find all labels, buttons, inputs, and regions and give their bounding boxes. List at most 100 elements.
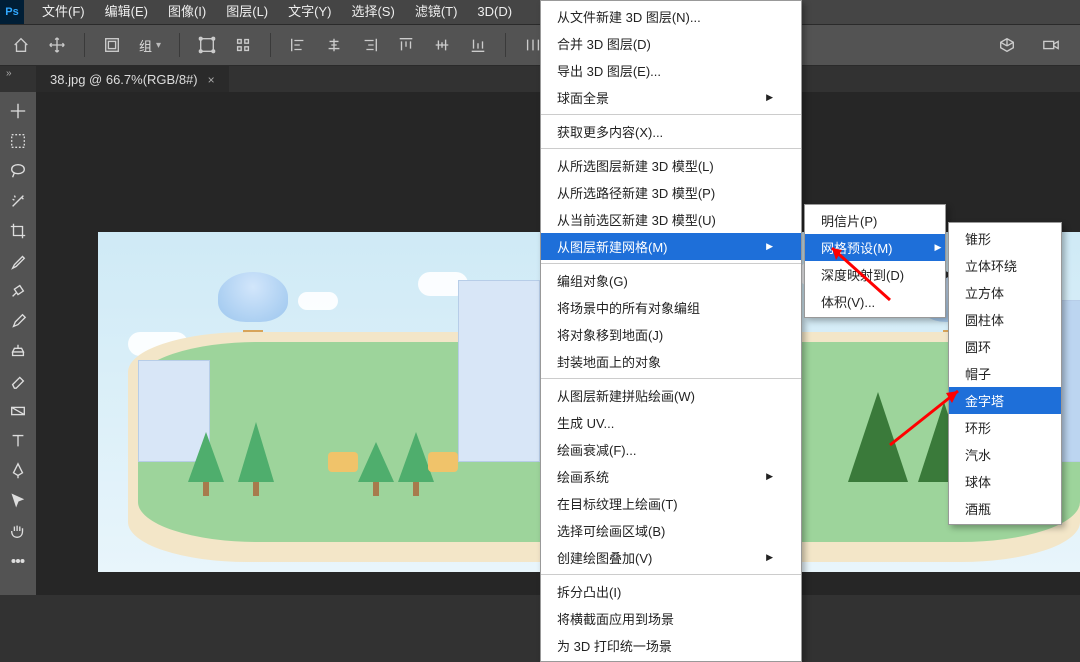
preset-submenu-item-label: 环形 bbox=[965, 418, 991, 437]
pen-tool[interactable] bbox=[4, 458, 32, 484]
menu-select[interactable]: 选择(S) bbox=[341, 0, 404, 24]
3d-menu-item-27[interactable]: 为 3D 打印统一场景 bbox=[541, 632, 801, 659]
marquee-tool[interactable] bbox=[4, 128, 32, 154]
3d-menu-item-23[interactable]: 创建绘图叠加(V) bbox=[541, 544, 801, 571]
type-tool[interactable] bbox=[4, 428, 32, 454]
3d-menu: 从文件新建 3D 图层(N)...合并 3D 图层(D)导出 3D 图层(E).… bbox=[540, 0, 802, 662]
separator bbox=[270, 33, 271, 57]
mesh-submenu-item-label: 网格预设(M) bbox=[821, 238, 893, 257]
separator bbox=[505, 33, 506, 57]
preset-submenu-item-3[interactable]: 圆柱体 bbox=[949, 306, 1061, 333]
path-selection-tool[interactable] bbox=[4, 488, 32, 514]
align-center-h-icon[interactable] bbox=[325, 36, 343, 54]
hand-tool[interactable] bbox=[4, 518, 32, 544]
3d-menu-item-22[interactable]: 选择可绘画区域(B) bbox=[541, 517, 801, 544]
3d-menu-item-label: 拆分凸出(I) bbox=[557, 582, 621, 601]
3d-menu-item-12[interactable]: 编组对象(G) bbox=[541, 267, 801, 294]
3d-mode-icon[interactable] bbox=[998, 36, 1016, 54]
3d-menu-item-label: 为 3D 打印统一场景 bbox=[557, 636, 672, 655]
preset-submenu-item-8[interactable]: 汽水 bbox=[949, 441, 1061, 468]
3d-menu-item-10[interactable]: 从图层新建网格(M) bbox=[541, 233, 801, 260]
3d-menu-item-5[interactable]: 获取更多内容(X)... bbox=[541, 118, 801, 145]
mesh-submenu-item-3[interactable]: 体积(V)... bbox=[805, 288, 945, 315]
chevron-double-icon[interactable]: » bbox=[6, 68, 12, 79]
menu-edit[interactable]: 编辑(E) bbox=[95, 0, 158, 24]
close-tab-button[interactable]: × bbox=[208, 66, 215, 94]
3d-menu-item-3[interactable]: 球面全景 bbox=[541, 84, 801, 111]
brush-tool[interactable] bbox=[4, 308, 32, 334]
preset-submenu-item-6[interactable]: 金字塔 bbox=[949, 387, 1061, 414]
move-tool[interactable] bbox=[4, 98, 32, 124]
align-right-icon[interactable] bbox=[361, 36, 379, 54]
move-icon[interactable] bbox=[48, 36, 66, 54]
preset-submenu-item-label: 圆柱体 bbox=[965, 310, 1004, 329]
preset-submenu-item-2[interactable]: 立方体 bbox=[949, 279, 1061, 306]
mesh-submenu-item-2[interactable]: 深度映射到(D) bbox=[805, 261, 945, 288]
eyedropper-tool[interactable] bbox=[4, 248, 32, 274]
preset-submenu-item-9[interactable]: 球体 bbox=[949, 468, 1061, 495]
align-icon[interactable] bbox=[234, 36, 252, 54]
3d-menu-item-25[interactable]: 拆分凸出(I) bbox=[541, 578, 801, 605]
more-tools[interactable] bbox=[4, 548, 32, 574]
3d-menu-item-1[interactable]: 合并 3D 图层(D) bbox=[541, 30, 801, 57]
preset-submenu-item-1[interactable]: 立体环绕 bbox=[949, 252, 1061, 279]
align-bottom-icon[interactable] bbox=[469, 36, 487, 54]
3d-menu-item-7[interactable]: 从所选图层新建 3D 模型(L) bbox=[541, 152, 801, 179]
3d-menu-item-14[interactable]: 将对象移到地面(J) bbox=[541, 321, 801, 348]
menu-filter[interactable]: 滤镜(T) bbox=[405, 0, 468, 24]
3d-menu-item-2[interactable]: 导出 3D 图层(E)... bbox=[541, 57, 801, 84]
crop-tool[interactable] bbox=[4, 218, 32, 244]
menu-type[interactable]: 文字(Y) bbox=[278, 0, 341, 24]
menu-file[interactable]: 文件(F) bbox=[32, 0, 95, 24]
3d-menu-item-9[interactable]: 从当前选区新建 3D 模型(U) bbox=[541, 206, 801, 233]
3d-menu-item-21[interactable]: 在目标纹理上绘画(T) bbox=[541, 490, 801, 517]
mesh-submenu-item-1[interactable]: 网格预设(M) bbox=[805, 234, 945, 261]
eraser-tool[interactable] bbox=[4, 368, 32, 394]
preset-submenu-item-7[interactable]: 环形 bbox=[949, 414, 1061, 441]
3d-menu-item-0[interactable]: 从文件新建 3D 图层(N)... bbox=[541, 3, 801, 30]
document-tab[interactable]: 38.jpg @ 66.7%(RGB/8#) × bbox=[36, 66, 229, 94]
new-mesh-submenu: 明信片(P) 网格预设(M) 深度映射到(D) 体积(V)... bbox=[804, 204, 946, 318]
transform-controls-icon[interactable] bbox=[198, 36, 216, 54]
3d-menu-item-13[interactable]: 将场景中的所有对象编组 bbox=[541, 294, 801, 321]
clone-stamp-tool[interactable] bbox=[4, 338, 32, 364]
3d-menu-item-18[interactable]: 生成 UV... bbox=[541, 409, 801, 436]
menu-layer[interactable]: 图层(L) bbox=[216, 0, 278, 24]
separator bbox=[179, 33, 180, 57]
gradient-tool[interactable] bbox=[4, 398, 32, 424]
mesh-submenu-item-0[interactable]: 明信片(P) bbox=[805, 207, 945, 234]
auto-select-icon[interactable] bbox=[103, 36, 121, 54]
preset-submenu-item-10[interactable]: 酒瓶 bbox=[949, 495, 1061, 522]
3d-menu-item-19[interactable]: 绘画衰减(F)... bbox=[541, 436, 801, 463]
preset-submenu-item-0[interactable]: 锥形 bbox=[949, 225, 1061, 252]
autoselect-label: 组 bbox=[139, 36, 152, 55]
preset-submenu-item-5[interactable]: 帽子 bbox=[949, 360, 1061, 387]
3d-menu-item-label: 编组对象(G) bbox=[557, 271, 628, 290]
3d-menu-item-17[interactable]: 从图层新建拼贴绘画(W) bbox=[541, 382, 801, 409]
magic-wand-tool[interactable] bbox=[4, 188, 32, 214]
autoselect-dropdown[interactable]: 组 bbox=[139, 36, 161, 55]
menu-3d[interactable]: 3D(D) bbox=[467, 0, 522, 24]
3d-menu-item-15[interactable]: 封装地面上的对象 bbox=[541, 348, 801, 375]
3d-menu-item-8[interactable]: 从所选路径新建 3D 模型(P) bbox=[541, 179, 801, 206]
align-middle-v-icon[interactable] bbox=[433, 36, 451, 54]
3d-menu-item-label: 从图层新建拼贴绘画(W) bbox=[557, 386, 695, 405]
menu-image[interactable]: 图像(I) bbox=[158, 0, 216, 24]
tools-panel bbox=[0, 92, 36, 595]
home-icon[interactable] bbox=[12, 36, 30, 54]
align-top-icon[interactable] bbox=[397, 36, 415, 54]
3d-menu-item-26[interactable]: 将横截面应用到场景 bbox=[541, 605, 801, 632]
3d-menu-item-label: 将对象移到地面(J) bbox=[557, 325, 663, 344]
camera-icon[interactable] bbox=[1042, 36, 1060, 54]
preset-submenu-item-label: 立方体 bbox=[965, 283, 1004, 302]
mesh-submenu-item-label: 深度映射到(D) bbox=[821, 265, 904, 284]
mesh-submenu-item-label: 体积(V)... bbox=[821, 292, 875, 311]
lasso-tool[interactable] bbox=[4, 158, 32, 184]
align-left-icon[interactable] bbox=[289, 36, 307, 54]
preset-submenu-item-4[interactable]: 圆环 bbox=[949, 333, 1061, 360]
preset-submenu-item-label: 酒瓶 bbox=[965, 499, 991, 518]
preset-submenu-item-label: 立体环绕 bbox=[965, 256, 1017, 275]
3d-menu-item-20[interactable]: 绘画系统 bbox=[541, 463, 801, 490]
3d-menu-item-label: 将场景中的所有对象编组 bbox=[557, 298, 700, 317]
healing-tool[interactable] bbox=[4, 278, 32, 304]
